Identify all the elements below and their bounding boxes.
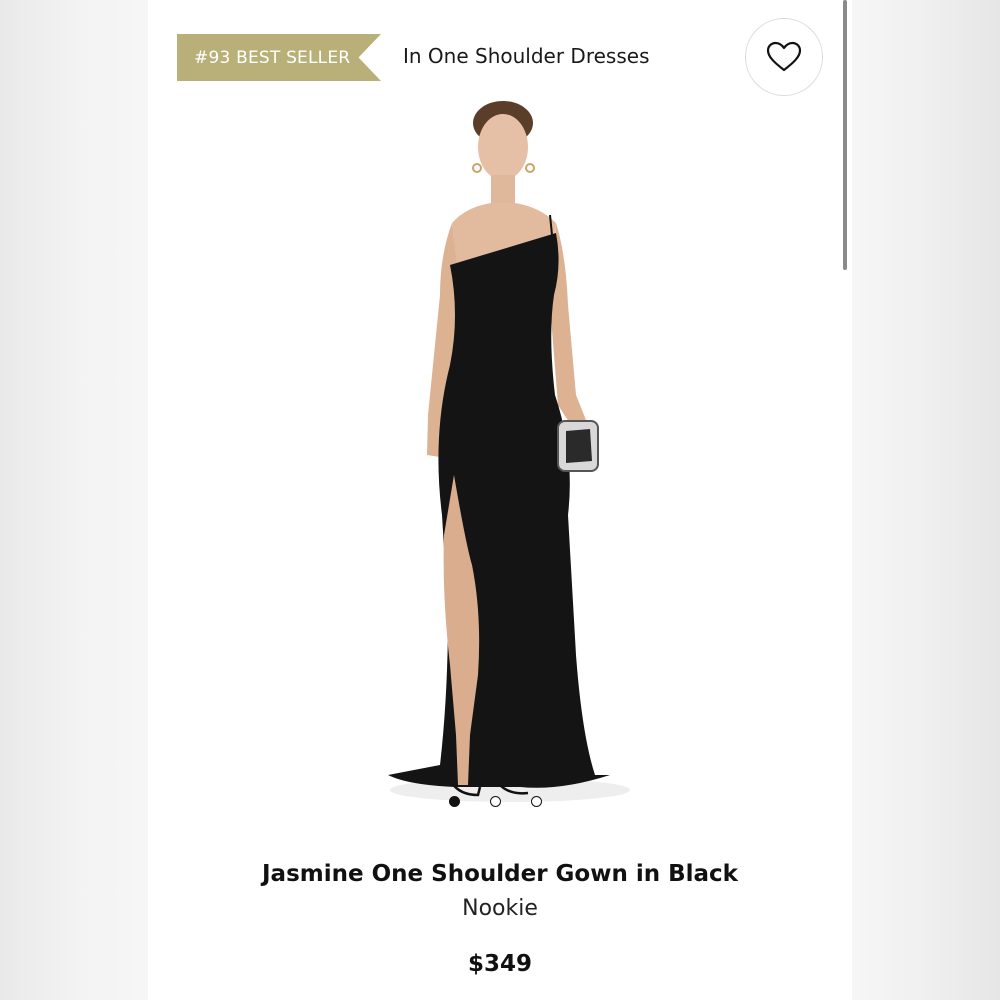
product-price: $349: [467, 951, 532, 977]
category-label[interactable]: In One Shoulder Dresses: [403, 44, 649, 68]
scrollbar[interactable]: [843, 0, 847, 270]
pagination-dot-2[interactable]: [490, 796, 501, 807]
pagination-dot-3[interactable]: [531, 796, 542, 807]
best-seller-badge: #93 BEST SELLER: [177, 34, 381, 81]
best-seller-label: #93 BEST SELLER: [194, 47, 351, 68]
favorite-button[interactable]: [745, 18, 823, 96]
image-pagination: [449, 796, 542, 807]
product-image[interactable]: [370, 95, 650, 817]
product-title[interactable]: Jasmine One Shoulder Gown in Black: [148, 861, 852, 887]
pagination-dot-1[interactable]: [449, 796, 460, 807]
heart-icon: [766, 41, 802, 72]
product-brand[interactable]: Nookie: [148, 896, 852, 921]
